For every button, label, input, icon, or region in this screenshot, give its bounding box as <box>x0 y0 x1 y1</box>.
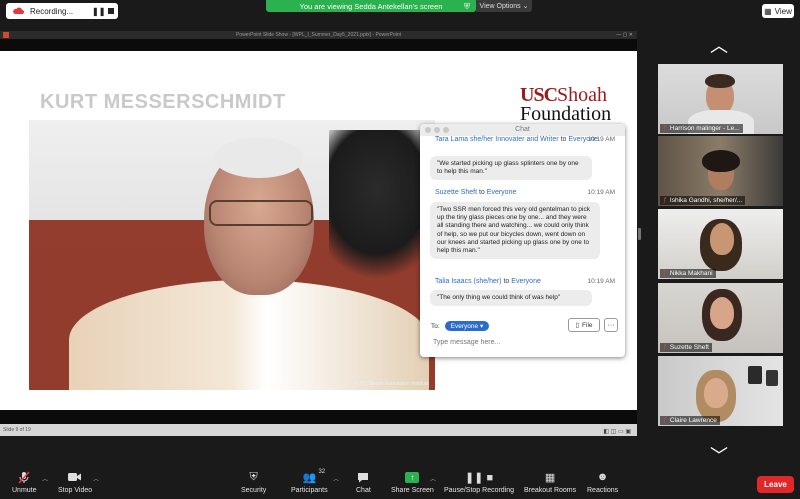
chat-recipient: Everyone <box>486 189 517 196</box>
mic-muted-icon: ƒ <box>663 125 667 132</box>
chevron-down-icon[interactable]: ﹀ <box>710 442 728 468</box>
powerpoint-titlebar: PowerPoint Slide Show - [WPL_I_Summer_Da… <box>0 31 637 39</box>
people-icon: 👥 32 <box>302 469 326 484</box>
emoji-plus-icon: ☻ <box>596 471 609 483</box>
chat-bubble-icon <box>357 470 369 484</box>
chat-message-header: Talia Isaacs (she/her) to Everyone <box>435 278 541 285</box>
chevron-up-icon[interactable]: ︿ <box>710 32 728 58</box>
slide-letterbox-top <box>0 39 637 51</box>
grid-icon: ▦ <box>544 471 556 484</box>
file-button-label: File <box>582 321 593 329</box>
chat-button[interactable]: Chat <box>356 470 371 494</box>
participant-tile[interactable]: ƒ Claire Lawrence <box>658 356 783 426</box>
chat-message-header: Tara Lama she/her Innovater and Writer t… <box>435 136 598 143</box>
slide-view-controls[interactable]: ◧ ◫ ▭ ▣ <box>603 426 631 438</box>
recording-indicator[interactable]: Recording... ❚❚ <box>6 3 118 19</box>
chat-recipient-row: To: Everyone ▾ <box>431 321 490 331</box>
gallery-divider-handle[interactable] <box>638 228 641 240</box>
mic-muted-icon: ƒ <box>663 197 667 204</box>
chat-message: "Two SSR men forced this very old gentel… <box>430 202 600 260</box>
chat-sender[interactable]: Suzette Sheft <box>435 189 477 196</box>
video-camera-icon <box>68 470 82 484</box>
meeting-toolbar: Unmute ︿ Stop Video ︿ ⛨ Security 👥 32 Par… <box>0 468 800 499</box>
participant-tile[interactable]: ƒ Nikka Makhani <box>658 209 783 279</box>
chat-message-input[interactable] <box>431 338 615 347</box>
stop-icon[interactable] <box>108 8 114 14</box>
breakout-rooms-button[interactable]: ▦ Breakout Rooms <box>524 470 576 495</box>
mic-muted-icon: ƒ <box>663 344 667 351</box>
pause-icon[interactable]: ❚❚ <box>92 7 105 16</box>
shield-icon: ⛨ <box>249 470 258 483</box>
participant-tile[interactable]: ƒ Harrison malinger - Le... <box>658 64 783 134</box>
security-button[interactable]: ⛨ Security <box>241 470 266 495</box>
recording-label: Recording... <box>30 6 74 16</box>
view-button-label: View <box>774 6 792 16</box>
slide-number: Slide 9 of 19 <box>3 427 31 433</box>
participant-name: ƒ Suzette Sheft <box>660 343 712 352</box>
to-label: To: <box>431 322 440 330</box>
leave-button[interactable]: Leave <box>757 476 794 493</box>
file-icon: ▯ <box>575 322 580 329</box>
more-options-button[interactable]: ··· <box>604 318 618 332</box>
chat-time: 10:19 AM <box>587 189 615 196</box>
participant-name: ƒ Harrison malinger - Le... <box>660 124 743 133</box>
mic-muted-icon: ƒ <box>663 417 667 424</box>
powerpoint-window-title: PowerPoint Slide Show - [WPL_I_Summer_Da… <box>235 32 402 38</box>
view-button[interactable]: ▦ View <box>762 4 794 18</box>
chat-sender[interactable]: Tara Lama she/her Innovater and Writer <box>435 136 559 143</box>
recipient-dropdown[interactable]: Everyone ▾ <box>444 321 490 331</box>
chat-recipient: Everyone <box>511 278 541 285</box>
participant-tile[interactable]: ƒ Suzette Sheft <box>658 283 783 353</box>
audio-options-caret[interactable]: ︿ <box>42 474 48 483</box>
mic-muted-icon: ƒ <box>663 270 667 277</box>
pause-stop-icon: ❚❚ ■ <box>464 471 494 484</box>
share-screen-icon: ↑ <box>405 471 420 483</box>
chat-title: Chat <box>515 126 530 133</box>
reactions-button[interactable]: ☻ Reactions <box>587 470 618 494</box>
window-controls: — ▢ ✕ <box>616 32 633 38</box>
chat-message: "We started picking up glass splinters o… <box>430 156 592 181</box>
chat-window: Chat Tara Lama she/her Innovater and Wri… <box>420 124 625 357</box>
stop-video-button[interactable]: Stop Video <box>58 470 92 494</box>
chat-message: "The only thing we could think of was he… <box>430 290 592 307</box>
unmute-button[interactable]: Unmute <box>12 470 37 494</box>
pause-stop-recording-button[interactable]: ❚❚ ■ Pause/Stop Recording <box>444 470 514 495</box>
testimony-video: ©USC Shoah Foundation Institute <box>29 120 435 390</box>
powerpoint-icon <box>3 32 9 38</box>
participant-tile[interactable]: ƒ Ishika Gandhi, she/her/... <box>658 136 783 206</box>
file-button[interactable]: ▯ File <box>568 318 600 332</box>
screen-share-banner: You are viewing Sedda Antekellan's scree… <box>266 0 476 12</box>
video-caption: ©USC Shoah Foundation Institute <box>353 381 429 387</box>
chat-time: 10:19 AM <box>587 278 615 285</box>
chat-titlebar[interactable]: Chat <box>420 124 625 136</box>
participants-count: 32 <box>318 469 326 475</box>
chat-message-header: Suzette Sheft to Everyone <box>435 189 517 196</box>
cloud-icon <box>12 7 24 17</box>
share-screen-button[interactable]: ↑ Share Screen <box>391 470 434 494</box>
mic-off-icon <box>18 470 30 484</box>
slide-letterbox-bottom <box>0 410 637 424</box>
chat-sender[interactable]: Talia Isaacs (she/her) <box>435 278 502 285</box>
slide-status-bar: Slide 9 of 19 ◧ ◫ ▭ ▣ <box>0 424 637 436</box>
shield-icon: ⛨ <box>464 2 470 11</box>
participants-button[interactable]: 👥 32 Participants <box>291 469 328 494</box>
participant-name: ƒ Nikka Makhani <box>660 269 716 278</box>
participant-name: ƒ Ishika Gandhi, she/her/... <box>660 196 746 205</box>
slide-title: KURT MESSERSCHMIDT <box>40 91 286 113</box>
participant-name: ƒ Claire Lawrence <box>660 416 720 425</box>
video-options-caret[interactable]: ︿ <box>93 474 99 483</box>
grid-icon: ▦ <box>764 6 772 16</box>
participants-options-caret[interactable]: ︿ <box>333 474 339 483</box>
share-banner-text: You are viewing Sedda Antekellan's scree… <box>299 1 443 11</box>
share-options-caret[interactable]: ︿ <box>430 474 436 483</box>
chat-time: 10:19 AM <box>587 136 615 143</box>
usc-shoah-foundation-logo: USCShoah Foundation <box>520 84 612 125</box>
view-options-button[interactable]: View Options ⌄ <box>476 0 532 12</box>
